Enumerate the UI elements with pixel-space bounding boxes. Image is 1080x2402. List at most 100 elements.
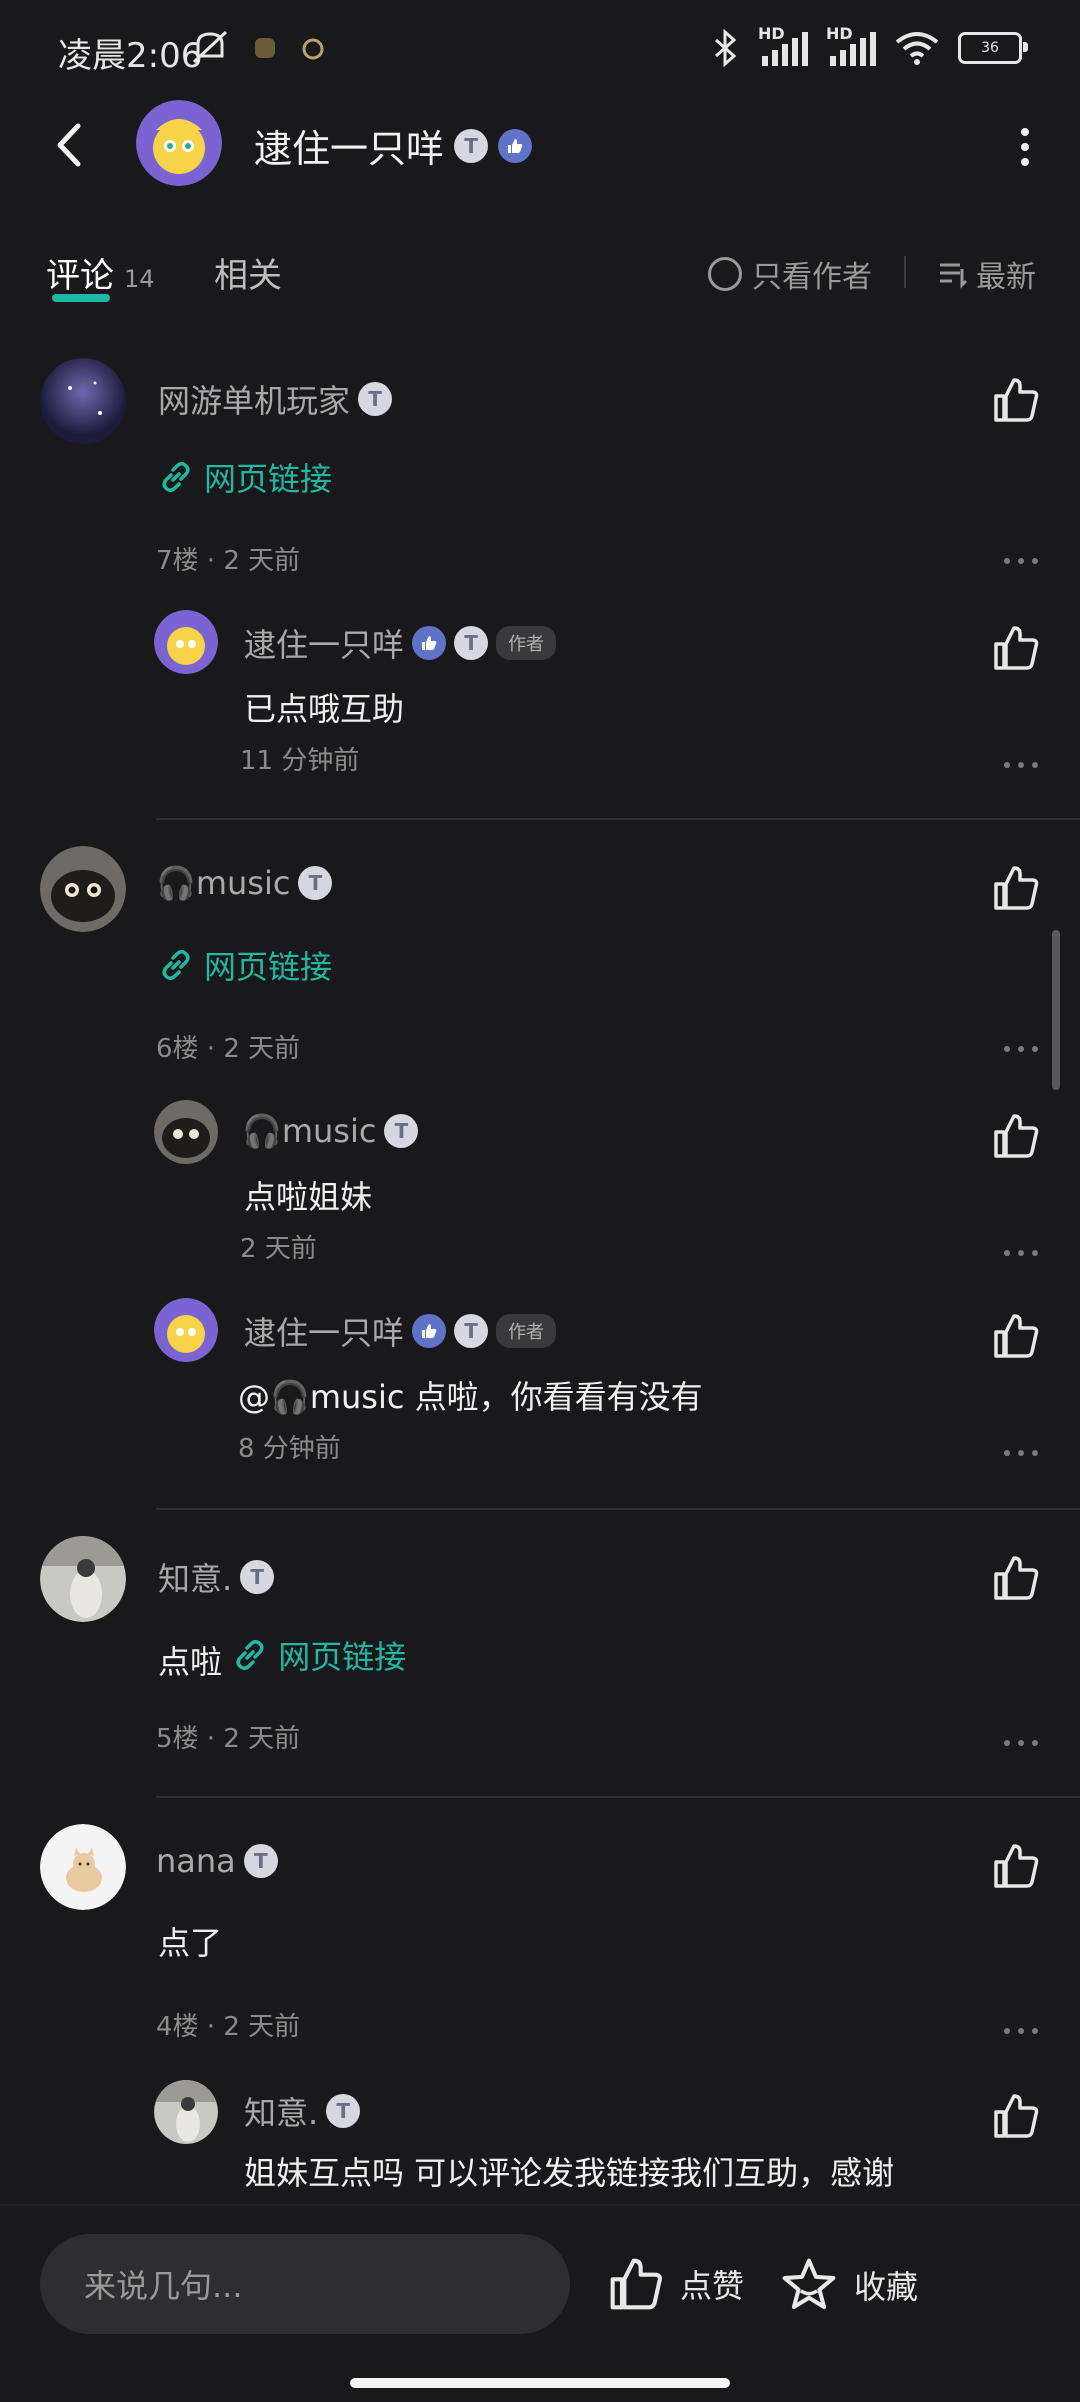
level-badge-icon: T xyxy=(326,2094,361,2128)
reply-text: 已点哦互助 xyxy=(244,690,405,728)
comment-input[interactable]: 来说几句... xyxy=(40,2234,570,2334)
comment-meta: 5楼 · 2 天前 xyxy=(156,1724,301,1754)
web-link-label: 网页链接 xyxy=(204,460,333,498)
tab-related[interactable]: 相关 xyxy=(214,248,282,297)
comment-divider xyxy=(156,1508,1080,1510)
commenter-avatar[interactable] xyxy=(40,358,126,444)
commenter-name[interactable]: 网游单机玩家 T xyxy=(158,376,393,422)
reply-username[interactable]: 🎧music T xyxy=(242,1112,419,1150)
reply-more-icon[interactable] xyxy=(1004,1250,1038,1258)
reply-avatar[interactable] xyxy=(154,2080,218,2144)
reply-text: 姐妹互点吗 可以评论发我链接我们互助，感谢 xyxy=(244,2154,895,2192)
reply-more-icon[interactable] xyxy=(1004,1450,1038,1458)
only-author-label: 只看作者 xyxy=(752,260,872,295)
collect-button[interactable]: 收藏 xyxy=(780,2256,918,2314)
web-link[interactable]: 网页链接 xyxy=(158,454,332,500)
reply-avatar[interactable] xyxy=(154,1100,218,1164)
web-link-label: 网页链接 xyxy=(278,1638,407,1676)
comment-more-icon[interactable] xyxy=(1004,558,1038,566)
commenter-avatar[interactable] xyxy=(40,1824,126,1910)
level-badge-icon: T xyxy=(384,1114,419,1148)
commenter-name-text: 网游单机玩家 xyxy=(158,382,351,420)
reply-username-text: 知意. xyxy=(244,2094,319,2132)
like-badge-icon xyxy=(412,626,447,660)
link-icon xyxy=(162,949,190,981)
like-icon[interactable] xyxy=(992,864,1040,912)
author-badge: 作者 xyxy=(496,1314,557,1348)
web-link[interactable]: 网页链接 xyxy=(158,942,332,988)
scrollbar[interactable] xyxy=(1052,930,1060,1090)
comment-more-icon[interactable] xyxy=(1004,2028,1038,2036)
web-link[interactable]: 网页链接 xyxy=(232,1632,406,1678)
comment-count: 14 xyxy=(124,265,155,293)
like-label: 点赞 xyxy=(680,2267,745,2305)
level-badge-icon: T xyxy=(454,128,489,163)
comment-input-placeholder: 来说几句... xyxy=(84,2267,243,2305)
tab-divider xyxy=(904,256,906,288)
reply-username[interactable]: 逮住一只咩 T 作者 xyxy=(244,620,557,666)
signal-icon-1: HD xyxy=(758,24,808,68)
comment-more-icon[interactable] xyxy=(1004,1046,1038,1054)
home-indicator[interactable] xyxy=(350,2378,730,2388)
comment-text-prefix: 点啦 xyxy=(158,1643,223,1681)
comment-more-icon[interactable] xyxy=(1004,1740,1038,1748)
signal-icon-2: HD xyxy=(826,24,876,68)
thumbs-up-icon xyxy=(610,2258,662,2310)
reply-username[interactable]: 知意. T xyxy=(244,2088,361,2134)
reply-text: 点啦姐妹 xyxy=(244,1178,373,1216)
reply-meta: 2 天前 xyxy=(240,1234,317,1264)
radio-icon xyxy=(708,257,742,291)
level-badge-icon: T xyxy=(298,866,333,900)
commenter-avatar[interactable] xyxy=(40,1536,126,1622)
reply-avatar[interactable] xyxy=(154,610,218,674)
comment-text: 点啦 网页链接 xyxy=(158,1632,406,1683)
commenter-name[interactable]: nana T xyxy=(156,1842,278,1880)
commenter-name-text: 知意. xyxy=(158,1560,233,1598)
alarm-icon xyxy=(302,38,324,60)
commenter-name[interactable]: 🎧music T xyxy=(156,864,333,902)
status-time: 凌晨2:06 xyxy=(58,36,203,76)
reply-more-icon[interactable] xyxy=(1004,762,1038,770)
battery-icon: 36 xyxy=(958,32,1028,64)
comment-meta: 7楼 · 2 天前 xyxy=(156,546,301,576)
more-options-icon[interactable] xyxy=(1010,122,1040,172)
wifi-icon xyxy=(895,32,939,65)
author-badge: 作者 xyxy=(496,626,557,660)
comment-meta: 6楼 · 2 天前 xyxy=(156,1034,301,1064)
reply-username-text: 逮住一只咩 xyxy=(244,626,405,664)
commenter-avatar[interactable] xyxy=(40,846,126,932)
tab-comments[interactable]: 评论 14 xyxy=(46,248,155,297)
commenter-name[interactable]: 知意. T xyxy=(158,1554,275,1600)
comment-text: 点了 xyxy=(158,1924,223,1962)
reply-username[interactable]: 逮住一只咩 T 作者 xyxy=(244,1308,557,1354)
like-icon[interactable] xyxy=(992,624,1040,672)
like-button[interactable]: 点赞 xyxy=(608,2256,744,2312)
level-badge-icon: T xyxy=(243,1844,278,1878)
like-icon[interactable] xyxy=(992,1312,1040,1360)
page-title: 逮住一只咩 T xyxy=(254,118,533,173)
like-icon[interactable] xyxy=(992,376,1040,424)
tab-comments-label: 评论 xyxy=(46,256,114,296)
link-icon xyxy=(236,1639,264,1671)
comment-divider xyxy=(156,1796,1080,1798)
comment-meta: 4楼 · 2 天前 xyxy=(156,2012,301,2042)
mute-icon xyxy=(192,30,228,64)
author-avatar[interactable] xyxy=(136,100,222,186)
only-author-toggle[interactable]: 只看作者 xyxy=(708,252,872,296)
like-icon[interactable] xyxy=(992,1554,1040,1602)
link-icon xyxy=(162,461,190,493)
like-icon[interactable] xyxy=(992,1842,1040,1890)
comment-divider xyxy=(156,818,1080,820)
reply-avatar[interactable] xyxy=(154,1298,218,1362)
commenter-name-text: 🎧music xyxy=(156,864,291,902)
comment-text: 网页链接 xyxy=(158,942,332,991)
tab-related-label: 相关 xyxy=(214,256,282,296)
author-name: 逮住一只咩 xyxy=(254,127,445,171)
active-tab-indicator xyxy=(52,294,110,302)
like-icon[interactable] xyxy=(992,2092,1040,2140)
web-link-label: 网页链接 xyxy=(204,948,333,986)
back-icon[interactable] xyxy=(46,120,96,170)
sort-button[interactable]: 最新 xyxy=(938,252,1036,296)
reply-username-text: 🎧music xyxy=(242,1112,377,1150)
like-icon[interactable] xyxy=(992,1112,1040,1160)
